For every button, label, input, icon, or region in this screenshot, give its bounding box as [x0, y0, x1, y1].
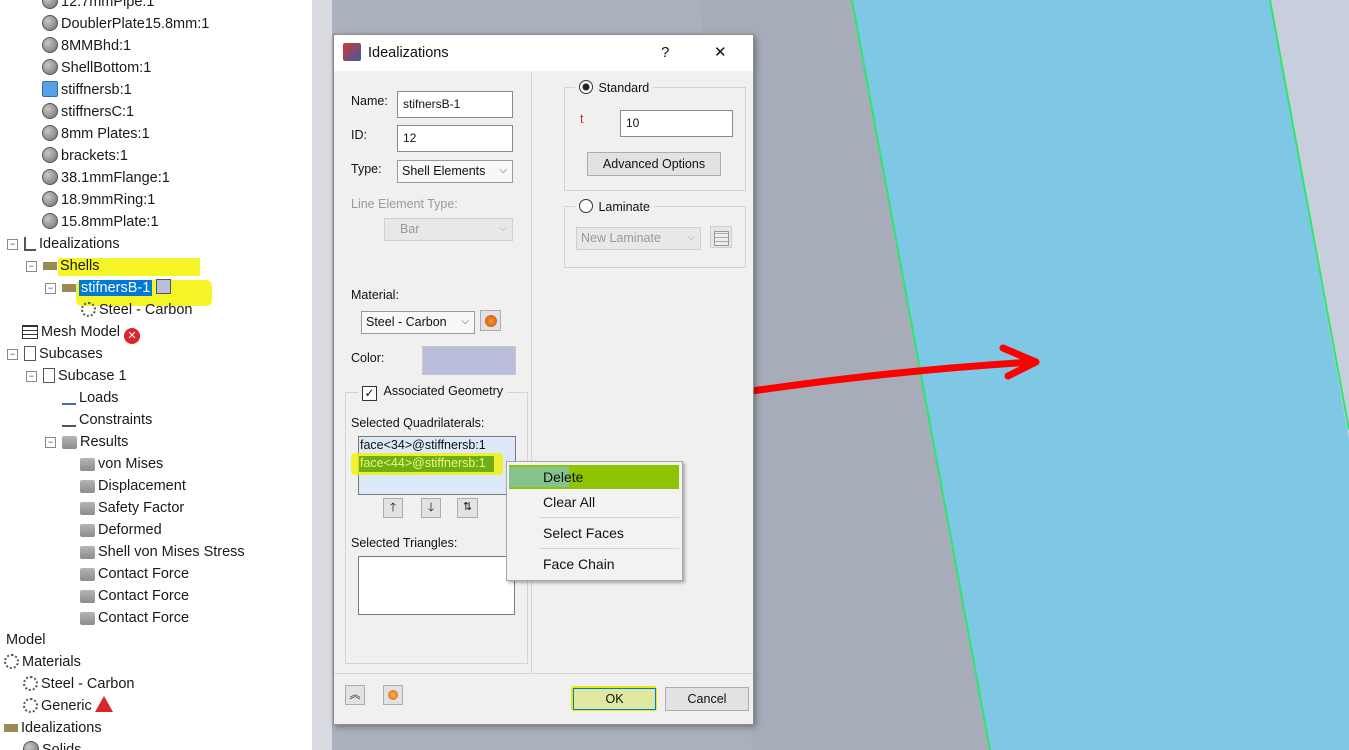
- menu-item-select-faces[interactable]: Select Faces: [543, 525, 624, 541]
- triangles-listbox[interactable]: [358, 556, 515, 615]
- quads-listbox[interactable]: face<34>@stiffnersb:1 face<44>@stiffners…: [351, 436, 516, 495]
- quads-label: Selected Quadrilaterals:: [351, 416, 485, 430]
- id-field[interactable]: 12: [397, 125, 513, 152]
- double-chevron-up-icon: ︽: [349, 689, 361, 701]
- column-divider: [531, 73, 532, 673]
- chevron-down-icon: ⌵: [499, 165, 507, 176]
- checkbox-checked-icon: ✓: [362, 386, 377, 401]
- id-label: ID:: [351, 128, 367, 142]
- thickness-field[interactable]: 10: [620, 110, 733, 137]
- dialog-titlebar: Idealizations ? ✕: [334, 35, 753, 71]
- cancel-button[interactable]: Cancel: [665, 687, 749, 711]
- move-up-button[interactable]: 🡑: [383, 498, 403, 518]
- menu-separator: [539, 517, 679, 518]
- help-button[interactable]: ?: [661, 44, 669, 61]
- laminate-radio[interactable]: Laminate: [575, 199, 654, 214]
- swap-button[interactable]: ⇅: [457, 498, 478, 518]
- list-item-selected[interactable]: face<44>@stiffnersb:1: [359, 456, 494, 472]
- context-menu: Delete Clear All Select Faces Face Chain: [506, 461, 683, 581]
- chevron-down-icon: ⌵: [461, 316, 469, 327]
- associated-geometry-checkbox[interactable]: ✓ Associated Geometry: [358, 384, 507, 401]
- swap-arrows-icon: ⇅: [462, 501, 473, 513]
- laminate-select: New Laminate ⌵: [576, 227, 701, 250]
- idealizations-dialog: Idealizations ? ✕ Name: stifnersB-1 ID: …: [333, 34, 754, 725]
- triangles-label: Selected Triangles:: [351, 536, 458, 550]
- dialog-title: Idealizations: [368, 45, 449, 61]
- chevron-down-icon: ⌵: [687, 232, 695, 243]
- laminate-edit-button: [710, 226, 732, 248]
- reset-button[interactable]: [383, 685, 403, 705]
- burst-icon: [388, 690, 398, 700]
- menu-separator: [539, 548, 679, 549]
- advanced-options-button[interactable]: Advanced Options: [587, 152, 721, 176]
- laminate-table-icon: [713, 231, 729, 246]
- material-label: Material:: [351, 288, 399, 302]
- color-label: Color:: [351, 351, 385, 365]
- material-library-button[interactable]: [480, 310, 501, 331]
- color-swatch-button[interactable]: [422, 346, 516, 375]
- collapse-button[interactable]: ︽: [345, 685, 365, 705]
- radio-selected-icon: [579, 80, 593, 94]
- footer-divider: [334, 673, 753, 674]
- name-label: Name:: [351, 94, 388, 108]
- name-field[interactable]: stifnersB-1: [397, 91, 513, 118]
- arrow-down-icon: 🡓: [427, 500, 435, 514]
- menu-item-delete[interactable]: Delete: [543, 469, 583, 485]
- ok-button[interactable]: OK: [573, 688, 656, 710]
- app-logo-icon: [343, 43, 361, 61]
- type-select[interactable]: Shell Elements ⌵: [397, 160, 513, 183]
- list-item[interactable]: face<34>@stiffnersb:1: [360, 438, 486, 452]
- radio-unselected-icon: [579, 199, 593, 213]
- arrow-up-icon: 🡑: [389, 500, 397, 514]
- thickness-label: t: [580, 112, 584, 126]
- line-element-type-select: Bar ⌵: [384, 218, 513, 241]
- menu-item-clear-all[interactable]: Clear All: [543, 494, 595, 510]
- associated-geometry-group: [345, 392, 528, 664]
- move-down-button[interactable]: 🡓: [421, 498, 441, 518]
- menu-item-face-chain[interactable]: Face Chain: [543, 556, 615, 572]
- type-label: Type:: [351, 162, 382, 176]
- standard-radio[interactable]: Standard: [575, 80, 654, 95]
- material-library-icon: [484, 315, 497, 327]
- close-button[interactable]: ✕: [714, 43, 727, 61]
- chevron-down-icon: ⌵: [499, 223, 507, 234]
- line-element-type-label: Line Element Type:: [351, 197, 458, 211]
- material-select[interactable]: Steel - Carbon ⌵: [361, 311, 475, 334]
